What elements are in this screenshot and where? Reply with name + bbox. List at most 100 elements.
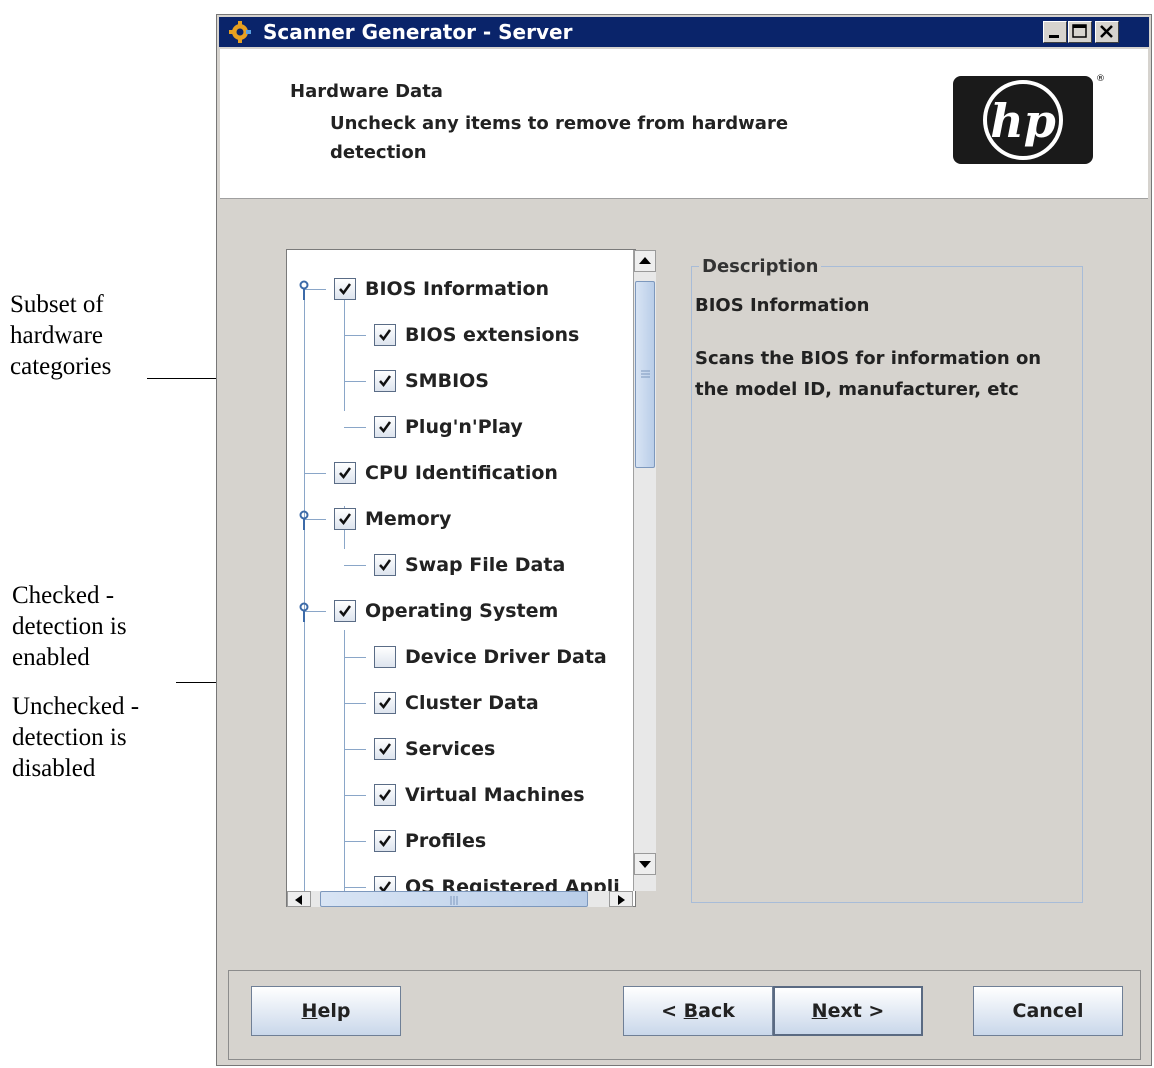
scroll-left-button[interactable]: [287, 891, 311, 907]
hardware-tree[interactable]: BIOS Information BIOS extensions SMBIOS Plu…: [286, 249, 636, 907]
tree-item[interactable]: Virtual Machines: [374, 781, 585, 809]
tree-horizontal-scrollbar[interactable]: [287, 891, 633, 907]
scroll-up-button[interactable]: [634, 250, 656, 272]
checkmark-icon: [379, 743, 392, 756]
tree-connector: [344, 703, 366, 704]
checked-checkbox[interactable]: [374, 370, 396, 392]
scroll-down-button[interactable]: [634, 853, 656, 875]
tree-item-label: Services: [405, 738, 496, 760]
tree-branch-line: [344, 298, 345, 411]
tree-item[interactable]: Device Driver Data: [374, 643, 607, 671]
hp-logo-mark: hp: [983, 80, 1063, 160]
tree-connector: [344, 335, 366, 336]
scroll-thumb-vertical[interactable]: [635, 281, 655, 468]
tree-item[interactable]: SMBIOS: [374, 367, 489, 395]
checked-checkbox[interactable]: [334, 508, 356, 530]
checkmark-icon: [379, 421, 392, 434]
cancel-button[interactable]: Cancel: [973, 986, 1123, 1036]
checkmark-icon: [379, 329, 392, 342]
scroll-right-button[interactable]: [609, 891, 633, 907]
expand-handle-icon[interactable]: [298, 280, 310, 300]
close-button[interactable]: [1095, 21, 1119, 43]
tree-item-label: SMBIOS: [405, 370, 489, 392]
checkmark-icon: [379, 789, 392, 802]
tree-item[interactable]: Services: [374, 735, 495, 763]
tree-item[interactable]: BIOS extensions: [374, 321, 579, 349]
unchecked-checkbox[interactable]: [374, 646, 396, 668]
checked-checkbox[interactable]: [374, 324, 396, 346]
description-text: Scans the BIOS for information on the mo…: [695, 348, 1042, 400]
tree-connector: [344, 841, 366, 842]
tree-item-label: BIOS Information: [365, 278, 550, 300]
help-button[interactable]: Help: [251, 986, 401, 1036]
tree-item[interactable]: CPU Identification: [334, 459, 558, 487]
registered-mark: ®: [1096, 74, 1105, 84]
cancel-label: Cancel: [1012, 1000, 1084, 1022]
tree-connector: [344, 795, 366, 796]
tree-item[interactable]: Cluster Data: [374, 689, 539, 717]
tree-connector: [344, 427, 366, 428]
tree-connector: [304, 473, 326, 474]
checked-checkbox[interactable]: [374, 692, 396, 714]
checked-checkbox[interactable]: [374, 416, 396, 438]
tree-item-label: BIOS extensions: [405, 324, 580, 346]
next-button[interactable]: Next >: [773, 986, 923, 1036]
tree-item[interactable]: Swap File Data: [374, 551, 565, 579]
close-icon: [1100, 25, 1113, 38]
checkmark-icon: [379, 375, 392, 388]
tree-item-label: CPU Identification: [365, 462, 558, 484]
tree-item-label: Cluster Data: [405, 692, 539, 714]
minimize-button[interactable]: [1043, 21, 1067, 43]
back-button[interactable]: < Back: [623, 986, 773, 1036]
arrow-up-icon: [639, 257, 651, 264]
tree-item-label: Virtual Machines: [405, 784, 585, 806]
callout-checked: Checked - detection is enabled: [12, 582, 127, 671]
checked-checkbox[interactable]: [374, 784, 396, 806]
maximize-icon: [1072, 24, 1087, 38]
back-mnemonic: B: [683, 1000, 699, 1022]
checked-checkbox[interactable]: [374, 738, 396, 760]
tree-vertical-scrollbar[interactable]: [633, 250, 656, 891]
tree-connector: [344, 749, 366, 750]
tree-item[interactable]: Profiles: [374, 827, 486, 855]
description-title: BIOS Information: [695, 295, 870, 316]
checkmark-icon: [339, 605, 352, 618]
callout-unchecked: Unchecked - detection is disabled: [12, 693, 140, 782]
maximize-button[interactable]: [1068, 21, 1092, 43]
tree-item[interactable]: Plug'n'Play: [374, 413, 523, 441]
minimize-icon: [1049, 35, 1059, 38]
tree-item[interactable]: Operating System: [334, 597, 558, 625]
tree-connector: [344, 657, 366, 658]
tree-item[interactable]: BIOS Information: [334, 275, 549, 303]
scroll-thumb-horizontal[interactable]: [320, 891, 588, 907]
checkmark-icon: [339, 283, 352, 296]
back-label: ack: [698, 1000, 735, 1022]
tree-item-label: Device Driver Data: [405, 646, 607, 668]
back-prefix: <: [661, 1000, 684, 1022]
checked-checkbox[interactable]: [374, 554, 396, 576]
tree-item-label: Swap File Data: [405, 554, 566, 576]
scanner-generator-window: Scanner Generator - Server Hardware Data…: [216, 14, 1152, 1066]
arrow-down-icon: [639, 861, 651, 868]
expand-handle-icon[interactable]: [298, 602, 310, 622]
window-title: Scanner Generator - Server: [263, 20, 573, 44]
tree-connector: [344, 381, 366, 382]
checkmark-icon: [379, 835, 392, 848]
help-mnemonic: H: [301, 1000, 318, 1022]
svg-text:hp: hp: [990, 94, 1056, 148]
tree-item[interactable]: Memory: [334, 505, 451, 533]
wizard-header: Hardware Data Uncheck any items to remov…: [220, 49, 1148, 199]
next-label: ext >: [827, 1000, 885, 1022]
arrow-left-icon: [295, 895, 302, 905]
checked-checkbox[interactable]: [334, 600, 356, 622]
checked-checkbox[interactable]: [334, 462, 356, 484]
hp-logo: hp ®: [953, 74, 1105, 164]
tree-connector: [344, 565, 366, 566]
checked-checkbox[interactable]: [374, 830, 396, 852]
checked-checkbox[interactable]: [334, 278, 356, 300]
page-subtitle: Uncheck any items to remove from hardwar…: [330, 113, 789, 163]
title-bar: Scanner Generator - Server: [219, 17, 1149, 47]
description-legend: Description: [699, 256, 822, 277]
grip-icon: [450, 896, 458, 905]
expand-handle-icon[interactable]: [298, 510, 310, 530]
